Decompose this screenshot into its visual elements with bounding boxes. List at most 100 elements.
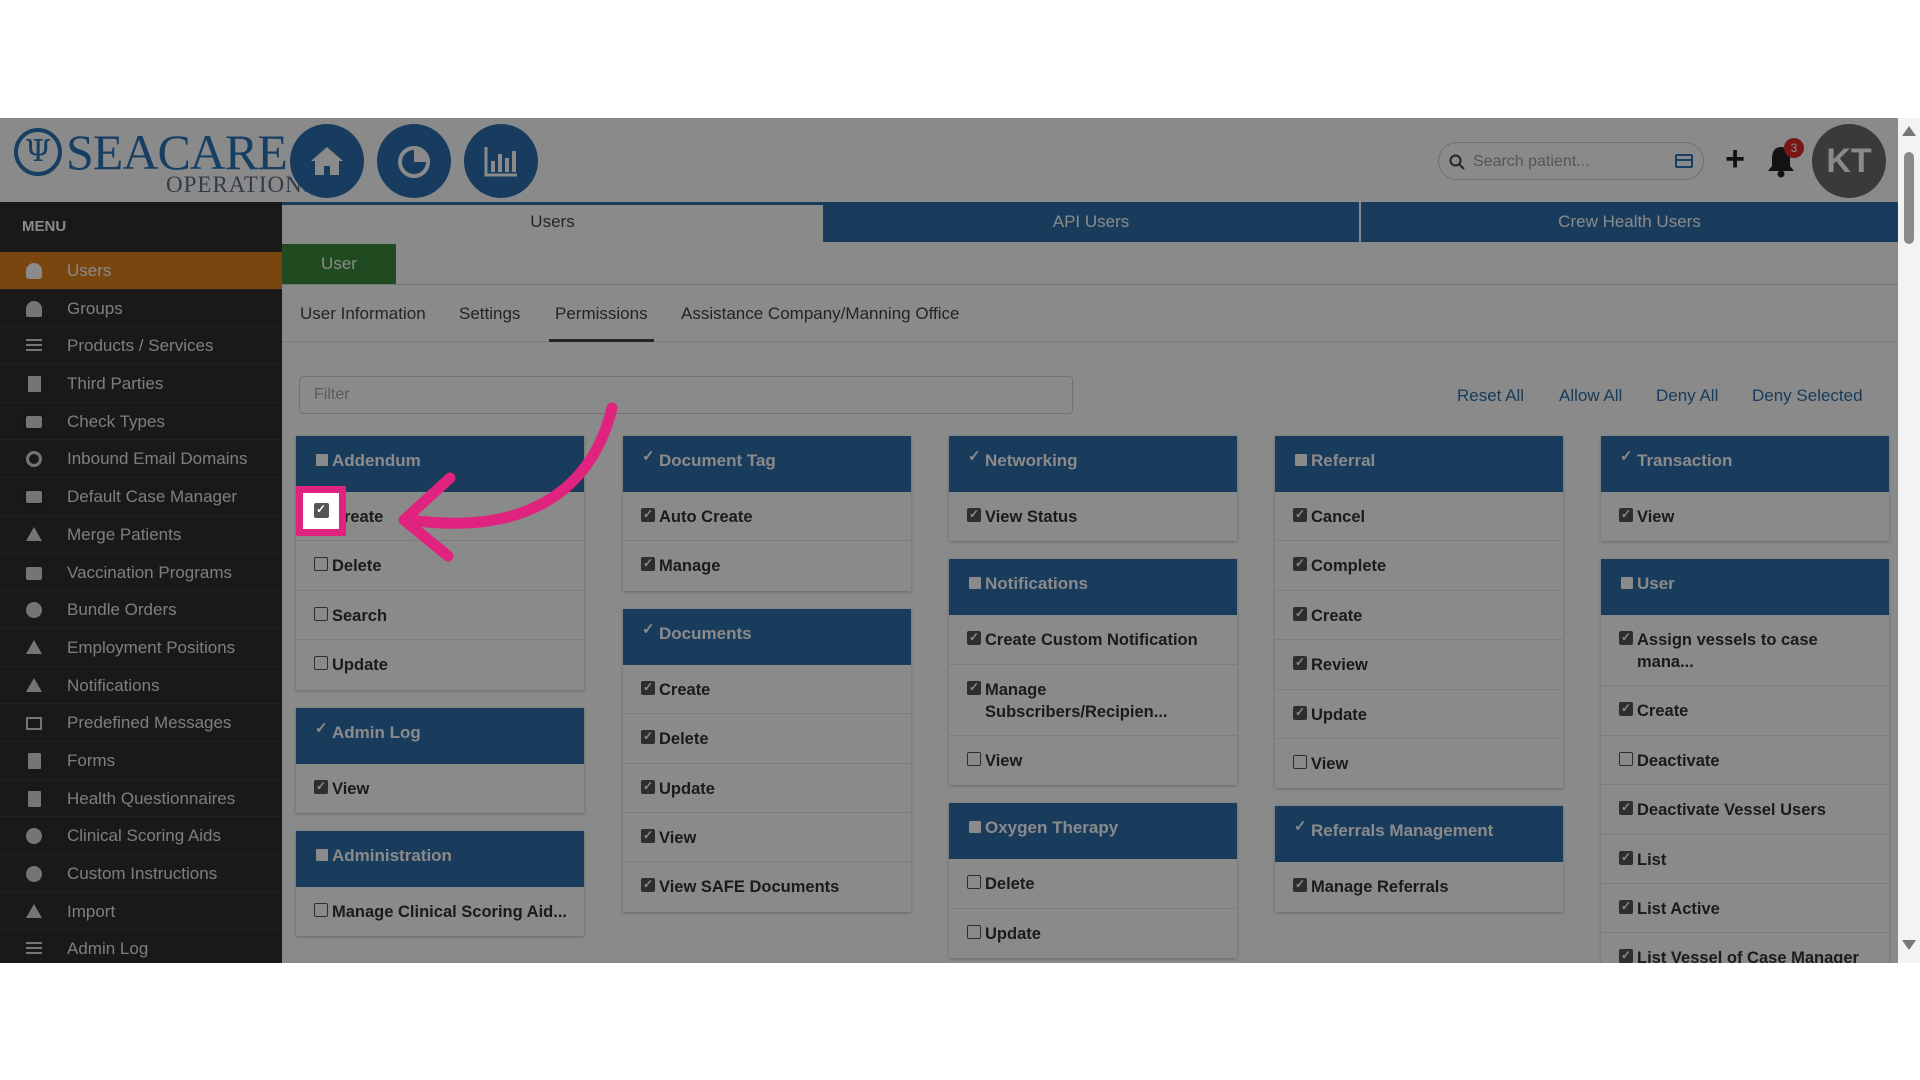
permission-row[interactable]: View Status (949, 492, 1237, 541)
permission-checkbox[interactable] (967, 505, 981, 523)
permission-card-header[interactable]: Networking (949, 436, 1237, 492)
permission-checkbox[interactable] (1293, 875, 1307, 893)
permission-row[interactable]: Auto Create (623, 492, 911, 542)
permission-checkbox[interactable] (641, 554, 655, 572)
deny-selected-button[interactable]: Deny Selected (1752, 386, 1863, 406)
highlight-box[interactable] (296, 486, 346, 536)
sidebar-item-users[interactable]: Users (0, 252, 282, 290)
sidebar-item-default-case-manager[interactable]: Default Case Manager (0, 478, 282, 516)
permission-checkbox[interactable] (314, 606, 328, 621)
permission-card-header[interactable]: Notifications (949, 559, 1237, 616)
permission-row[interactable]: Deactivate Vessel Users (1601, 785, 1889, 835)
permission-checkbox[interactable] (641, 826, 655, 844)
sidebar-item-admin-log[interactable]: Admin Log (0, 930, 282, 963)
sidebar-item-import[interactable]: Import (0, 893, 282, 931)
permission-row[interactable]: List (1601, 835, 1889, 884)
permission-row[interactable]: View (949, 736, 1237, 785)
sidebar-item-predefined-messages[interactable]: Predefined Messages (0, 704, 282, 742)
permission-card-header[interactable]: Document Tag (623, 436, 911, 492)
patient-search[interactable] (1438, 142, 1704, 180)
sidebar-item-vaccination-programs[interactable]: Vaccination Programs (0, 554, 282, 592)
permission-checkbox[interactable] (967, 628, 981, 646)
seacare-logo[interactable]: Ψ SEACARE OPERATIONS (14, 126, 316, 198)
permission-checkbox[interactable] (967, 875, 981, 890)
permission-row[interactable]: View (1601, 492, 1889, 541)
permission-checkbox[interactable] (641, 678, 655, 696)
sidebar-item-inbound-email-domains[interactable]: Inbound Email Domains (0, 440, 282, 479)
home-button[interactable] (290, 124, 364, 198)
permission-card-header[interactable]: Referrals Management (1275, 806, 1563, 863)
permission-row[interactable]: Create Custom Notification (949, 615, 1237, 665)
permission-checkbox[interactable] (1293, 653, 1307, 671)
group-toggle-checkbox[interactable] (1295, 454, 1307, 466)
permission-row[interactable]: List Active (1601, 884, 1889, 934)
dashboard-button[interactable] (377, 124, 451, 198)
permission-checkbox[interactable] (1619, 848, 1633, 866)
permission-card-header[interactable]: Administration (296, 830, 584, 887)
permission-row[interactable]: Update (1275, 690, 1563, 739)
page-scrollbar[interactable] (1898, 118, 1920, 963)
group-toggle-checkbox[interactable] (1620, 447, 1633, 467)
group-toggle-checkbox[interactable] (316, 454, 328, 466)
sidebar-item-products-services[interactable]: Products / Services (0, 327, 282, 366)
group-toggle-checkbox[interactable] (968, 447, 981, 467)
sidebar-item-clinical-scoring-aids[interactable]: Clinical Scoring Aids (0, 817, 282, 855)
sidebar-item-third-parties[interactable]: Third Parties (0, 365, 282, 403)
permission-checkbox[interactable] (1619, 628, 1633, 646)
permission-row[interactable]: Manage Referrals (1275, 862, 1563, 911)
sidebar-item-groups[interactable]: Groups (0, 290, 282, 328)
scroll-up-icon[interactable] (1902, 126, 1916, 136)
permission-checkbox[interactable] (641, 777, 655, 795)
permission-row[interactable]: Search (296, 591, 584, 641)
sidebar-item-notifications[interactable]: Notifications (0, 667, 282, 705)
group-toggle-checkbox[interactable] (969, 577, 981, 590)
permission-checkbox[interactable] (1293, 554, 1307, 572)
allow-all-button[interactable]: Allow All (1559, 386, 1622, 406)
permission-row[interactable]: View SAFE Documents (623, 862, 911, 911)
permission-card-header[interactable]: User (1601, 559, 1889, 616)
permission-checkbox[interactable] (1619, 798, 1633, 816)
user-chip-tab[interactable]: User (282, 244, 396, 284)
permission-row[interactable]: Manage (623, 541, 911, 590)
permission-row[interactable]: List Vessel of Case Manager (1601, 933, 1889, 963)
permission-row[interactable]: View (1275, 739, 1563, 788)
permission-card-header[interactable]: Documents (623, 608, 911, 665)
permission-checkbox[interactable] (314, 656, 328, 671)
group-toggle-checkbox[interactable] (642, 447, 655, 467)
tab-assistance-company[interactable]: Assistance Company/Manning Office (681, 294, 959, 342)
permission-card-header[interactable]: Oxygen Therapy (949, 803, 1237, 860)
card-icon[interactable] (1675, 154, 1693, 168)
permission-row[interactable]: Assign vessels to case mana... (1601, 615, 1889, 687)
permission-checkbox[interactable] (967, 924, 981, 939)
permission-row[interactable]: View (296, 764, 584, 813)
permission-row[interactable]: Delete (949, 859, 1237, 909)
permission-checkbox[interactable] (1293, 754, 1307, 769)
permission-checkbox[interactable] (314, 777, 328, 795)
permission-row[interactable]: Create (1275, 591, 1563, 641)
tab-api-users[interactable]: API Users (823, 202, 1359, 242)
permission-row[interactable]: Update (623, 764, 911, 813)
permission-checkbox[interactable] (641, 505, 655, 523)
permission-row[interactable]: Update (296, 640, 584, 689)
sidebar-item-custom-instructions[interactable]: Custom Instructions (0, 855, 282, 893)
group-toggle-checkbox[interactable] (1294, 817, 1307, 837)
permission-card-header[interactable]: Referral (1275, 436, 1563, 492)
sidebar-item-forms[interactable]: Forms (0, 742, 282, 780)
scroll-down-icon[interactable] (1902, 940, 1916, 950)
sidebar-item-employment-positions[interactable]: Employment Positions (0, 629, 282, 667)
permission-row[interactable]: Deactivate (1601, 736, 1889, 786)
deny-all-button[interactable]: Deny All (1656, 386, 1718, 406)
permission-checkbox[interactable] (314, 557, 328, 572)
permission-checkbox[interactable] (1619, 946, 1633, 963)
sidebar-item-check-types[interactable]: Check Types (0, 403, 282, 441)
user-avatar[interactable]: KT (1812, 124, 1886, 198)
permission-row[interactable]: Manage Clinical Scoring Aid... (296, 887, 584, 936)
permission-checkbox[interactable] (641, 727, 655, 745)
tab-user-information[interactable]: User Information (300, 294, 426, 342)
permission-row[interactable]: Create (623, 665, 911, 715)
addendum-create-checkbox[interactable] (314, 500, 329, 518)
permission-checkbox[interactable] (641, 875, 655, 893)
group-toggle-checkbox[interactable] (642, 620, 655, 640)
permission-checkbox[interactable] (967, 678, 981, 696)
permission-row[interactable]: Create (1601, 686, 1889, 736)
